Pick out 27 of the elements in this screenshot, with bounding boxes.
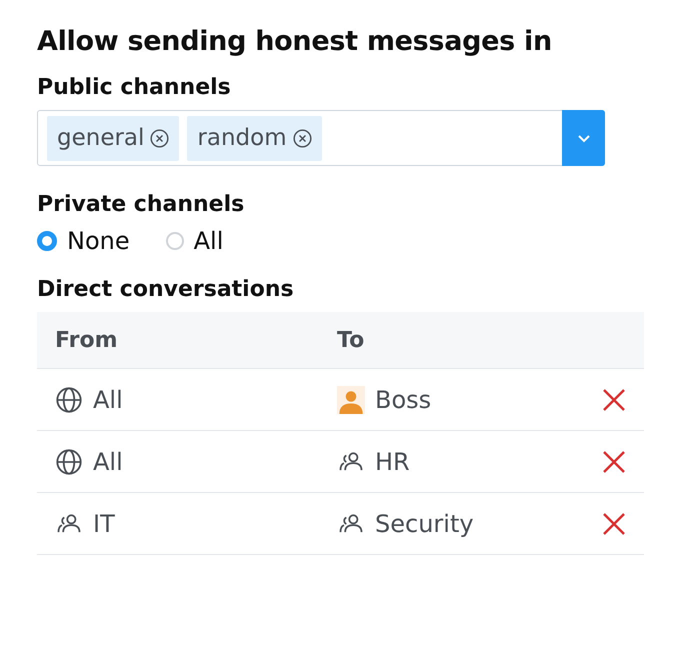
column-header: To: [336, 328, 366, 352]
tag-label: general: [57, 125, 144, 151]
globe-icon: [55, 448, 83, 476]
radio-button[interactable]: [37, 231, 57, 251]
delete-icon[interactable]: [602, 388, 626, 412]
delete-icon[interactable]: [602, 450, 626, 474]
globe-icon: [55, 386, 83, 414]
recipient-name: Boss: [375, 386, 432, 414]
section-label: Public channels: [37, 75, 232, 100]
delete-icon[interactable]: [602, 512, 626, 536]
radio-label[interactable]: All: [194, 227, 224, 255]
remove-icon[interactable]: [150, 128, 170, 148]
recipient-name: Security: [375, 510, 474, 538]
remove-icon[interactable]: [292, 128, 312, 148]
user-avatar-icon: [337, 386, 365, 414]
tag-label: random: [197, 125, 287, 151]
recipient-name: IT: [93, 510, 115, 538]
section-label: Direct conversations: [37, 277, 295, 302]
channel-select[interactable]: general random: [37, 110, 605, 166]
recipient-name: All: [93, 448, 123, 476]
recipient-name: HR: [375, 448, 410, 476]
section-label: Private channels: [37, 192, 246, 217]
radio-button[interactable]: [166, 232, 184, 250]
radio-label[interactable]: None: [67, 227, 130, 255]
recipient-name: All: [93, 386, 123, 414]
page-title: Allow sending honest messages in: [37, 26, 553, 57]
column-header: From: [54, 328, 119, 352]
